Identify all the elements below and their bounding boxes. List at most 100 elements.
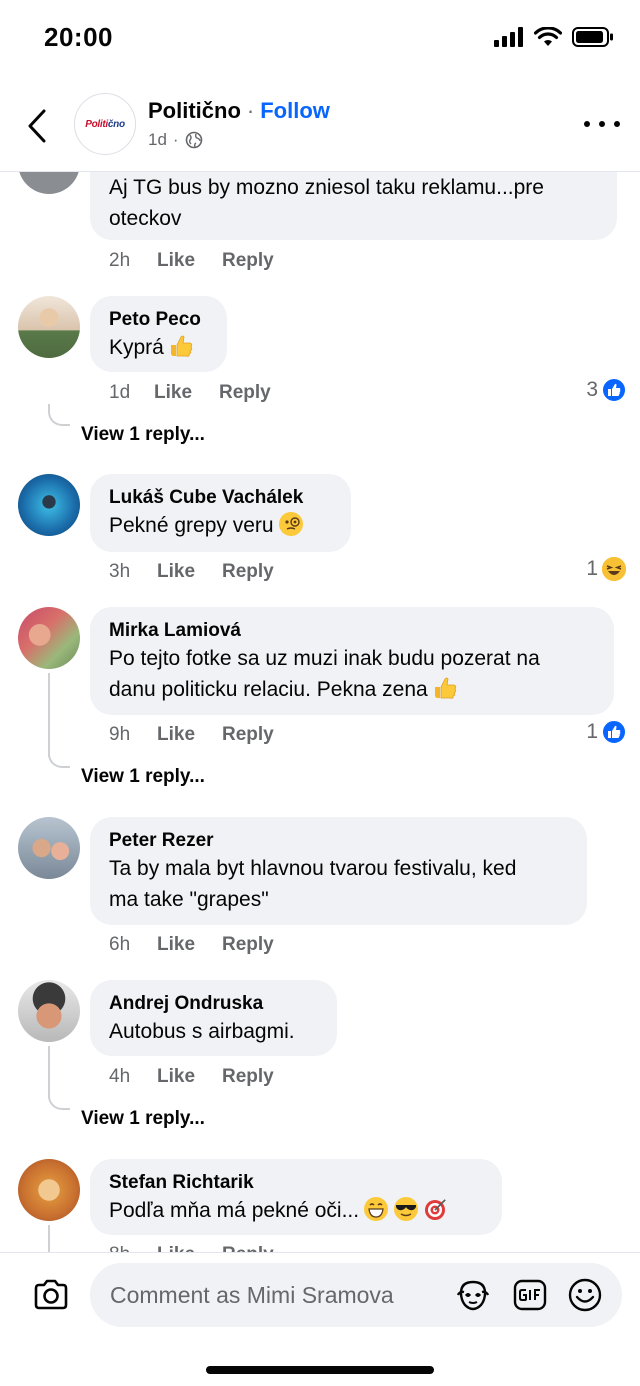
globe-icon: [185, 131, 202, 149]
comment-actions: 3h Like Reply: [109, 561, 274, 583]
comment-actions: 9h Like Reply: [109, 724, 274, 746]
comment-text-line: danu politicku relaciu. Pekna zena: [109, 674, 595, 705]
reply-button[interactable]: Reply: [222, 724, 274, 746]
page-name[interactable]: Politično: [148, 98, 241, 124]
like-button[interactable]: Like: [157, 561, 222, 583]
sunglasses-face-emoji: [394, 1197, 419, 1221]
status-icons: [494, 26, 614, 48]
like-button[interactable]: Like: [157, 934, 222, 956]
comment-text: Podľa mňa má pekné oči...: [109, 1195, 483, 1226]
thread-connector: [48, 1088, 70, 1110]
wifi-icon: [534, 27, 562, 46]
like-button[interactable]: Like: [157, 724, 222, 746]
reaction-summary[interactable]: 3: [586, 378, 626, 402]
back-button[interactable]: [20, 104, 54, 148]
comment-time[interactable]: 1d: [109, 382, 154, 404]
view-replies-link[interactable]: View 1 reply...: [81, 766, 205, 788]
comment-text-line: Po tejto fotke sa uz muzi inak budu poze…: [109, 647, 540, 670]
comment-text: Kyprá: [109, 332, 208, 363]
comment-actions: 1d Like Reply: [109, 382, 271, 404]
comment-bubble: Peter Rezer Ta by mala byt hlavnou tvaro…: [90, 817, 587, 925]
comment-composer: [0, 1252, 640, 1386]
comment-time[interactable]: 6h: [109, 934, 157, 956]
page-avatar[interactable]: Politično: [74, 93, 136, 155]
reply-button[interactable]: Reply: [222, 1066, 274, 1088]
commenter-avatar[interactable]: [18, 980, 80, 1042]
like-button[interactable]: Like: [154, 382, 219, 404]
direct-hit-emoji: [425, 1198, 449, 1220]
comment-bubble: Stefan Richtarik Podľa mňa má pekné oči.…: [90, 1159, 502, 1235]
like-icon: [602, 378, 626, 402]
reply-button[interactable]: Reply: [222, 934, 274, 956]
avatar-sticker-icon[interactable]: [455, 1277, 491, 1313]
comment-text-line: Aj TG bus by mozno zniesol taku reklamu.…: [109, 176, 544, 199]
comment-author[interactable]: Stefan Richtarik: [109, 1171, 483, 1195]
comment-author[interactable]: Andrej Ondruska: [109, 992, 318, 1016]
commenter-avatar[interactable]: [18, 1159, 80, 1221]
comment-bubble: Peto Peco Kyprá: [90, 296, 227, 372]
post-age[interactable]: 1d: [148, 130, 167, 150]
reaction-summary[interactable]: 1: [586, 557, 626, 581]
commenter-avatar[interactable]: [18, 817, 80, 879]
comment-time[interactable]: 4h: [109, 1066, 157, 1088]
commenter-avatar[interactable]: [18, 296, 80, 358]
cellular-signal-icon: [494, 27, 523, 47]
commenter-avatar[interactable]: [18, 474, 80, 536]
comment-text-line: Ta by mala byt hlavnou tvarou festivalu,…: [109, 857, 517, 880]
comment-bubble: Lukáš Cube Vachálek Pekné grepy veru: [90, 474, 351, 552]
page-logo: Politično: [85, 118, 125, 130]
thumbs-up-emoji: [170, 335, 193, 357]
more-dot: [614, 121, 620, 127]
comment-author[interactable]: Lukáš Cube Vachálek: [109, 486, 332, 510]
reply-button[interactable]: Reply: [222, 561, 274, 583]
post-header: Politično Politično · Follow 1d ·: [0, 80, 640, 172]
thread-connector: [48, 1225, 50, 1255]
comment-text: Autobus s airbagmi.: [109, 1020, 295, 1043]
thumbs-up-emoji: [434, 677, 456, 699]
home-indicator: [206, 1366, 434, 1374]
like-button[interactable]: Like: [157, 1066, 222, 1088]
emoji-icon[interactable]: [567, 1277, 603, 1313]
reply-button[interactable]: Reply: [222, 250, 274, 272]
comment-time[interactable]: 3h: [109, 561, 157, 583]
reaction-count: 1: [586, 557, 598, 580]
separator-dot: ·: [246, 98, 255, 123]
meta-separator: ·: [172, 130, 179, 149]
comment-author[interactable]: Peter Rezer: [109, 829, 568, 853]
reaction-count: 3: [586, 378, 598, 401]
thread-connector: [48, 404, 70, 426]
comment-actions: 4h Like Reply: [109, 1066, 274, 1088]
more-dot: [584, 121, 590, 127]
view-replies-link[interactable]: View 1 reply...: [81, 424, 205, 446]
gif-icon[interactable]: [512, 1277, 548, 1313]
reply-button[interactable]: Reply: [219, 382, 271, 404]
reaction-summary[interactable]: 1: [586, 720, 626, 744]
comment-text-line: oteckov: [109, 207, 182, 230]
more-dot: [599, 121, 605, 127]
camera-icon[interactable]: [32, 1276, 70, 1314]
more-options-button[interactable]: [584, 112, 620, 136]
comment-bubble: Mirka Lamiová Po tejto fotke sa uz muzi …: [90, 607, 614, 715]
comment-text-line: ma take "grapes": [109, 888, 269, 911]
battery-icon: [572, 27, 613, 47]
comment-time[interactable]: 9h: [109, 724, 157, 746]
thread-connector: [48, 746, 70, 768]
like-button[interactable]: Like: [157, 250, 222, 272]
grinning-face-emoji: [364, 1197, 389, 1221]
reaction-count: 1: [586, 720, 598, 743]
comment-bubble: Andrej Ondruska Autobus s airbagmi.: [90, 980, 337, 1056]
thread-connector: [48, 673, 50, 757]
comment-text: Pekné grepy veru: [109, 510, 332, 541]
status-time: 20:00: [44, 22, 113, 52]
commenter-avatar[interactable]: [18, 607, 80, 669]
comment-time[interactable]: 2h: [109, 250, 157, 272]
like-icon: [602, 720, 626, 744]
comment-author[interactable]: Mirka Lamiová: [109, 619, 595, 643]
view-replies-link[interactable]: View 1 reply...: [81, 1108, 205, 1130]
follow-button[interactable]: Follow: [260, 98, 330, 124]
chevron-left-icon: [28, 109, 46, 143]
comment-author[interactable]: Peto Peco: [109, 308, 208, 332]
haha-icon: [602, 557, 626, 581]
post-meta: 1d ·: [148, 130, 203, 150]
monocle-face-emoji: [278, 512, 303, 536]
